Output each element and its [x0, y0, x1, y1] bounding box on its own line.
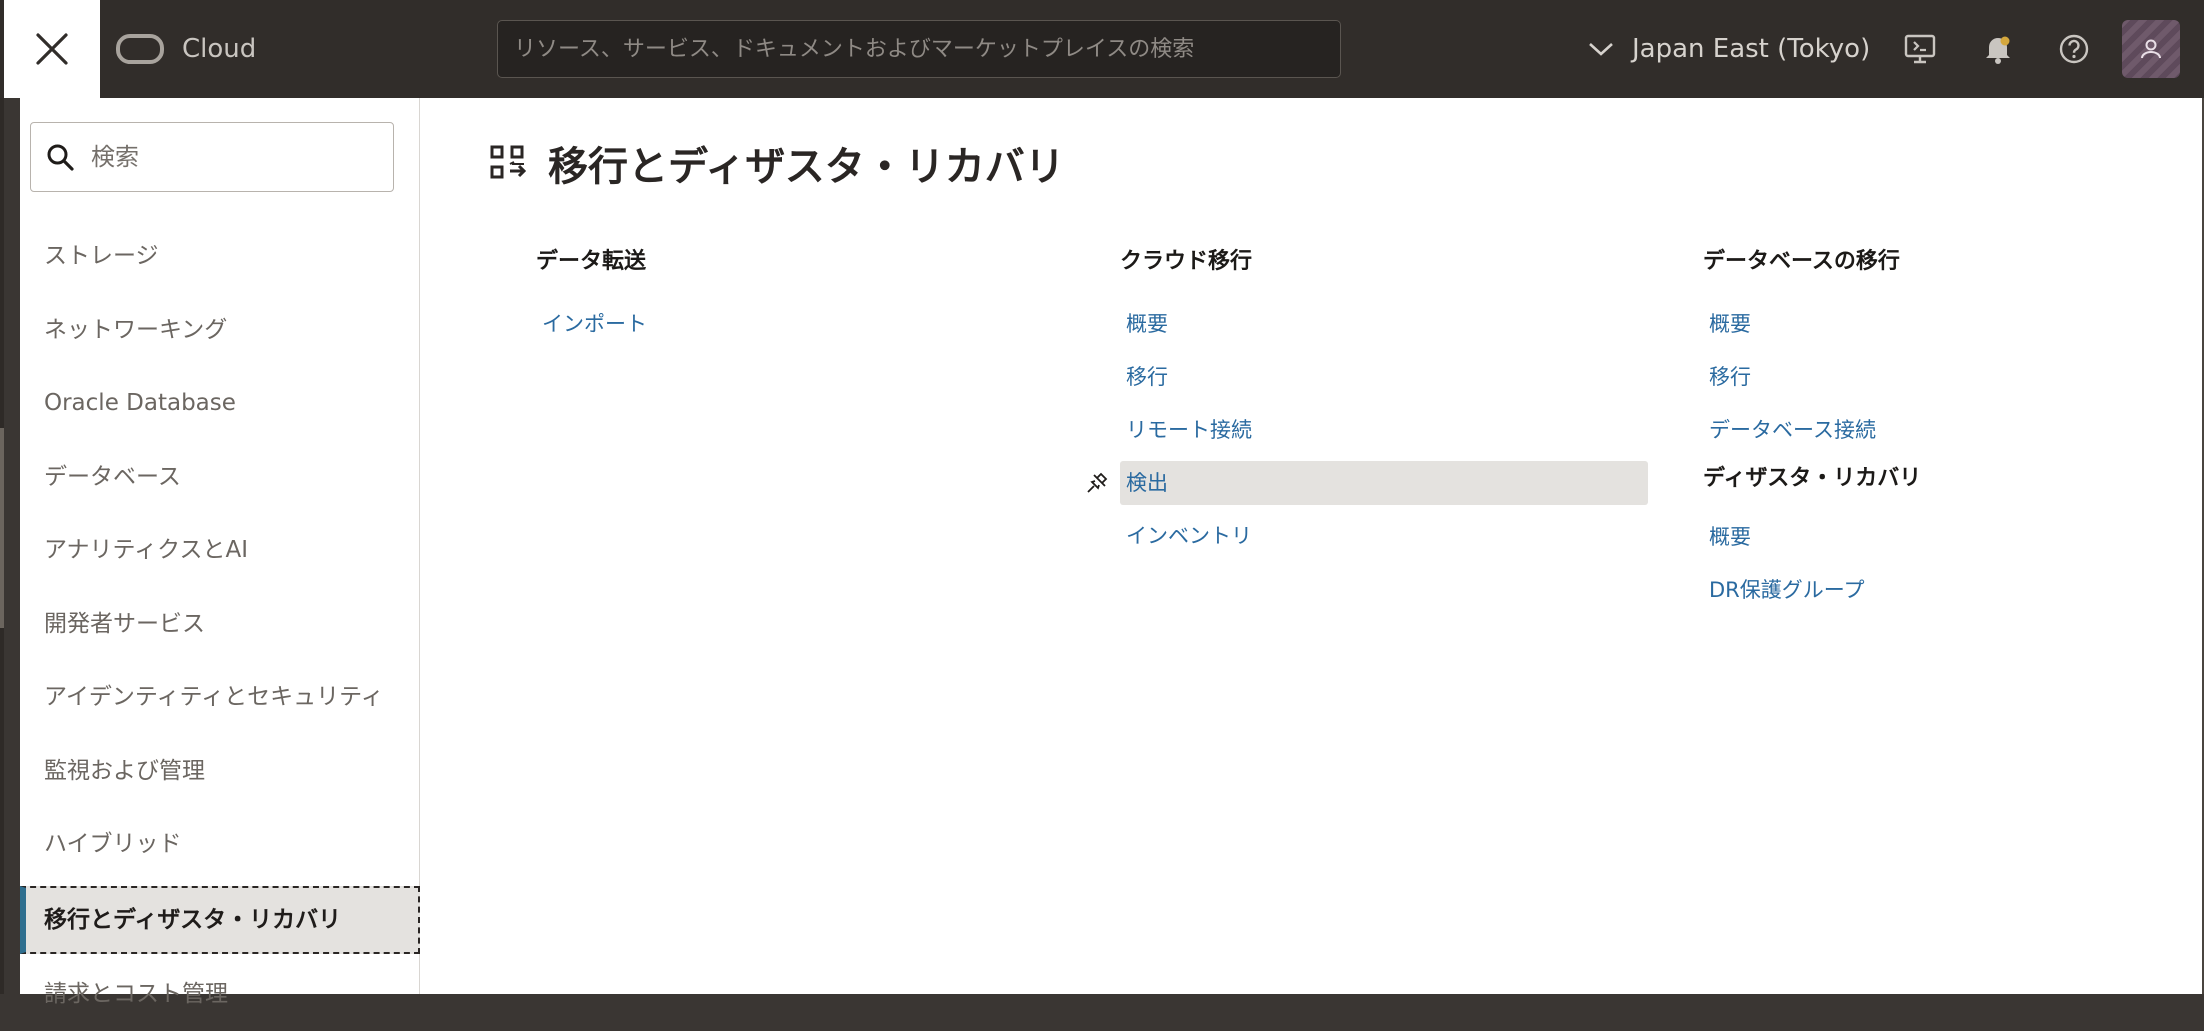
sidebar-item-oracle-database[interactable]: Oracle Database: [20, 367, 420, 441]
link-overview[interactable]: 概要: [1703, 302, 2204, 346]
page-title: 移行とディザスタ・リカバリ: [548, 134, 1065, 192]
sidebar-item-networking[interactable]: ネットワーキング: [20, 294, 420, 368]
brand[interactable]: Cloud: [116, 28, 256, 70]
profile-avatar-button[interactable]: [2122, 20, 2180, 78]
link-database-connections[interactable]: データベース接続: [1703, 408, 2204, 452]
bell-icon: [1984, 34, 2012, 64]
navigation-sidebar: ストレージ ネットワーキング Oracle Database データベース アナ…: [20, 98, 420, 994]
global-search-input[interactable]: [497, 20, 1341, 78]
link-label: 検出: [1126, 471, 1168, 495]
pin-icon[interactable]: [1086, 472, 1108, 494]
window-edge: [0, 98, 4, 994]
column-heading: クラウド移行: [1120, 244, 1680, 280]
sidebar-item-hybrid[interactable]: ハイブリッド: [20, 808, 420, 882]
sidebar-category-list: ストレージ ネットワーキング Oracle Database データベース アナ…: [20, 220, 420, 1031]
link-overview[interactable]: 概要: [1120, 302, 1680, 346]
sidebar-item-developer-services[interactable]: 開発者サービス: [20, 588, 420, 662]
notifications-button[interactable]: [1978, 28, 2018, 70]
sidebar-search[interactable]: [30, 122, 394, 192]
column-data-transfer: データ転送 インポート: [536, 244, 1096, 355]
brand-text: Cloud: [182, 34, 256, 64]
sidebar-item-analytics-ai[interactable]: アナリティクスとAI: [20, 514, 420, 588]
link-remote-connections[interactable]: リモート接続: [1120, 408, 1680, 452]
column-heading: データ転送: [536, 244, 1096, 280]
help-button[interactable]: [2054, 28, 2094, 70]
cloud-shell-button[interactable]: [1900, 28, 1940, 70]
link-dr-overview[interactable]: 概要: [1703, 515, 2204, 559]
help-icon: [2059, 34, 2089, 64]
link-import[interactable]: インポート: [536, 302, 1096, 346]
link-dr-protection-groups[interactable]: DR保護グループ: [1703, 568, 2204, 612]
sidebar-item-storage[interactable]: ストレージ: [20, 220, 420, 294]
region-label: Japan East (Tokyo): [1632, 34, 1870, 64]
link-migrations[interactable]: 移行: [1120, 355, 1680, 399]
link-migrations[interactable]: 移行: [1703, 355, 2204, 399]
column-cloud-migration: クラウド移行 概要 移行 リモート接続 検出 インベントリ: [1120, 244, 1680, 567]
sidebar-search-input[interactable]: [89, 142, 383, 172]
sidebar-item-databases[interactable]: データベース: [20, 441, 420, 515]
close-icon: [35, 32, 69, 66]
chevron-down-icon: [1588, 41, 1614, 57]
top-header: Cloud Japan East (Tokyo): [0, 0, 2204, 98]
cloud-shell-icon: [1904, 34, 1936, 64]
migration-icon: [490, 145, 526, 181]
oracle-logo-icon: [116, 34, 164, 64]
sidebar-item-billing-cost[interactable]: 請求とコスト管理: [20, 958, 420, 1031]
column-heading: データベースの移行: [1703, 244, 2204, 280]
sidebar-item-identity-security[interactable]: アイデンティティとセキュリティ: [20, 661, 420, 735]
page-header: 移行とディザスタ・リカバリ: [490, 134, 1065, 192]
column-subheading-disaster-recovery: ディザスタ・リカバリ: [1703, 461, 2204, 497]
column-database-migration: データベースの移行 概要 移行 データベース接続 ディザスタ・リカバリ 概要 D…: [1703, 244, 2204, 621]
close-menu-button[interactable]: [4, 0, 100, 98]
user-icon: [2139, 37, 2163, 61]
sidebar-item-migration-dr[interactable]: 移行とディザスタ・リカバリ: [20, 886, 420, 954]
main-content: 移行とディザスタ・リカバリ データ転送 インポート クラウド移行 概要 移行 リ…: [420, 98, 2202, 994]
search-icon: [46, 143, 74, 171]
region-selector[interactable]: Japan East (Tokyo): [1588, 28, 1870, 70]
sidebar-item-observability-management[interactable]: 監視および管理: [20, 735, 420, 809]
link-inventory[interactable]: インベントリ: [1120, 514, 1680, 558]
link-discovery[interactable]: 検出: [1120, 461, 1648, 505]
